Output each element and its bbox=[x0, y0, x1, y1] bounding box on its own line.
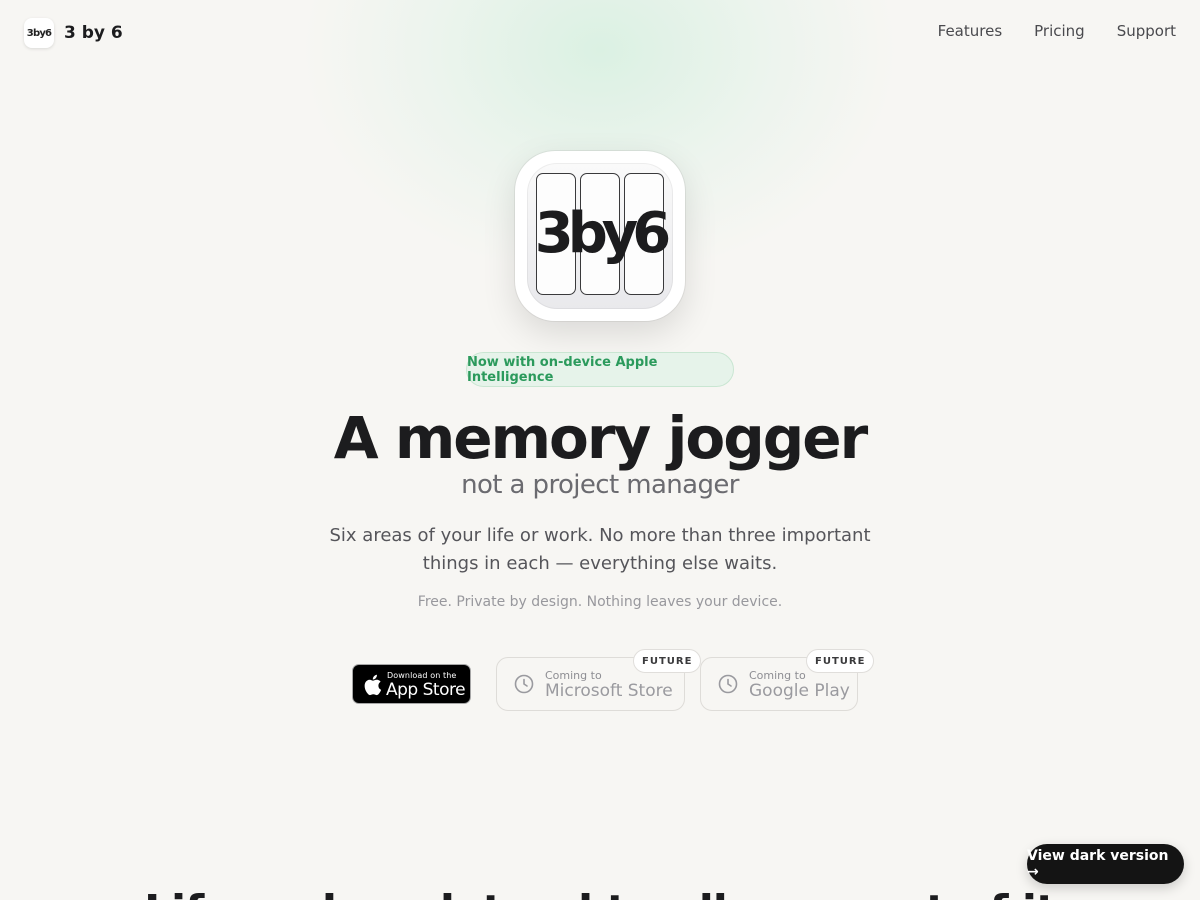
app-store-big-label: App Store bbox=[386, 680, 466, 700]
view-dark-version-button[interactable]: View dark version → bbox=[1027, 844, 1184, 884]
next-section-heading: Life and work tend to all pour out of it bbox=[0, 884, 1200, 900]
page-subtitle: not a project manager bbox=[461, 470, 739, 500]
app-icon-face: 3by6 bbox=[527, 163, 673, 309]
google-play-button: Coming to Google Play FUTURE bbox=[700, 649, 875, 711]
google-future-tag: FUTURE bbox=[806, 649, 875, 673]
app-icon-text: 3by6 bbox=[534, 201, 672, 266]
privacy-note: Free. Private by design. Nothing leaves … bbox=[417, 594, 783, 610]
app-store-small-label: Download on the bbox=[387, 671, 457, 680]
clock-icon bbox=[514, 674, 534, 694]
nav-link-support[interactable]: Support bbox=[1117, 22, 1176, 40]
brand[interactable]: 3by6 3 by 6 bbox=[24, 18, 123, 48]
page-title: A memory jogger bbox=[333, 404, 868, 472]
microsoft-big-label: Microsoft Store bbox=[545, 681, 673, 701]
hero-description: Six areas of your life or work. No more … bbox=[329, 525, 871, 574]
clock-icon bbox=[718, 674, 738, 694]
apple-icon bbox=[364, 674, 382, 696]
app-icon: 3by6 bbox=[515, 151, 685, 321]
nav-link-pricing[interactable]: Pricing bbox=[1034, 22, 1085, 40]
app-store-button[interactable]: Download on the App Store bbox=[352, 664, 471, 704]
feature-badge: Now with on-device Apple Intelligence bbox=[466, 352, 734, 387]
site-header: 3by6 3 by 6 Features Pricing Support bbox=[0, 0, 1200, 66]
next-section-heading-text: Life and work tend to all pour out of it bbox=[144, 890, 1057, 900]
main-nav: Features Pricing Support bbox=[938, 22, 1176, 40]
brand-logo-icon: 3by6 bbox=[24, 18, 54, 48]
nav-link-features[interactable]: Features bbox=[938, 22, 1003, 40]
brand-name: 3 by 6 bbox=[64, 23, 123, 43]
google-big-label: Google Play bbox=[749, 681, 850, 701]
microsoft-future-tag: FUTURE bbox=[633, 649, 702, 673]
microsoft-store-button: Coming to Microsoft Store FUTURE bbox=[496, 649, 702, 711]
